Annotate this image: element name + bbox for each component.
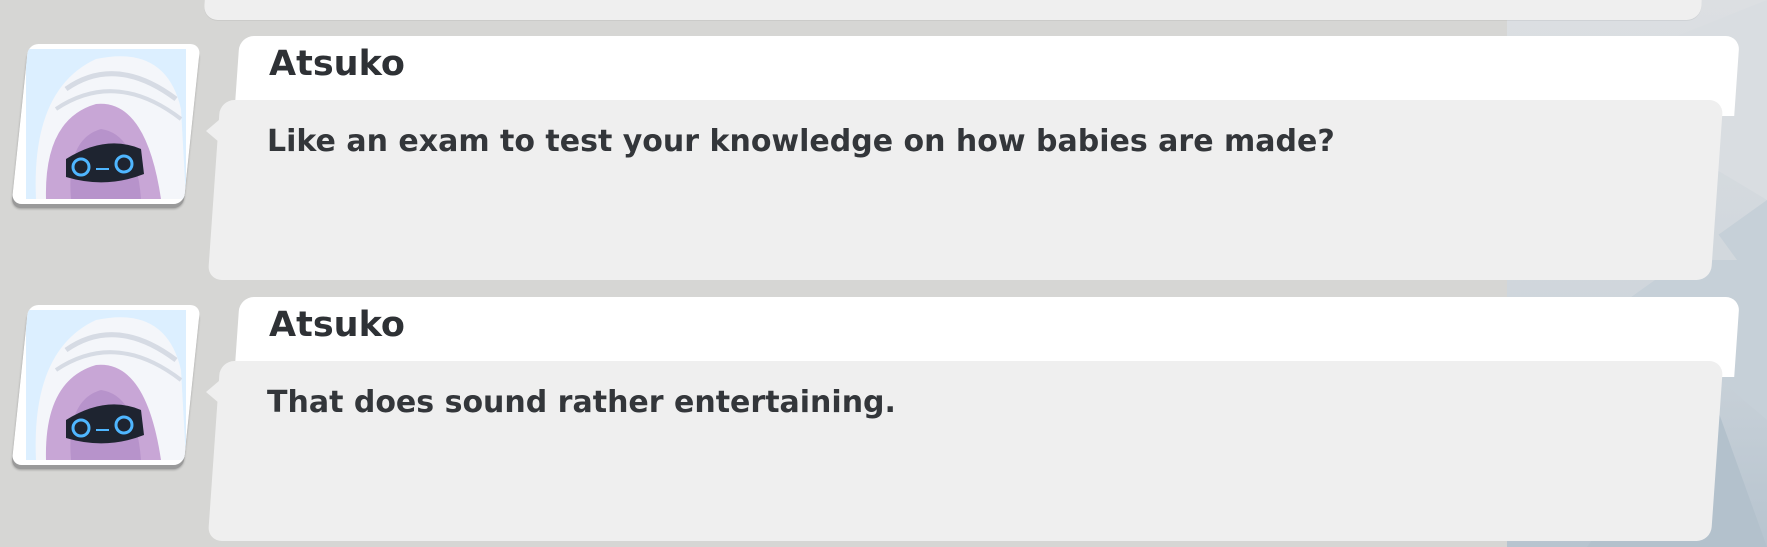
chat-message: Atsuko That does sound rather entertaini… [0, 297, 1767, 547]
bubble-tail [206, 375, 226, 409]
message-text: Like an exam to test your knowledge on h… [267, 124, 1335, 159]
avatar [11, 44, 201, 204]
message-text: That does sound rather entertaining. [267, 385, 896, 420]
chat-log[interactable]: Atsuko Like an exam to test your knowled… [0, 0, 1767, 547]
atsuko-portrait-icon [26, 310, 186, 460]
atsuko-portrait-icon [26, 49, 186, 199]
bubble-tail [206, 114, 226, 148]
previous-message-bubble [203, 0, 1704, 20]
chat-message: Atsuko Like an exam to test your knowled… [0, 36, 1767, 286]
speaker-name: Atsuko [269, 44, 405, 84]
speaker-name: Atsuko [269, 305, 405, 345]
avatar [11, 305, 201, 465]
